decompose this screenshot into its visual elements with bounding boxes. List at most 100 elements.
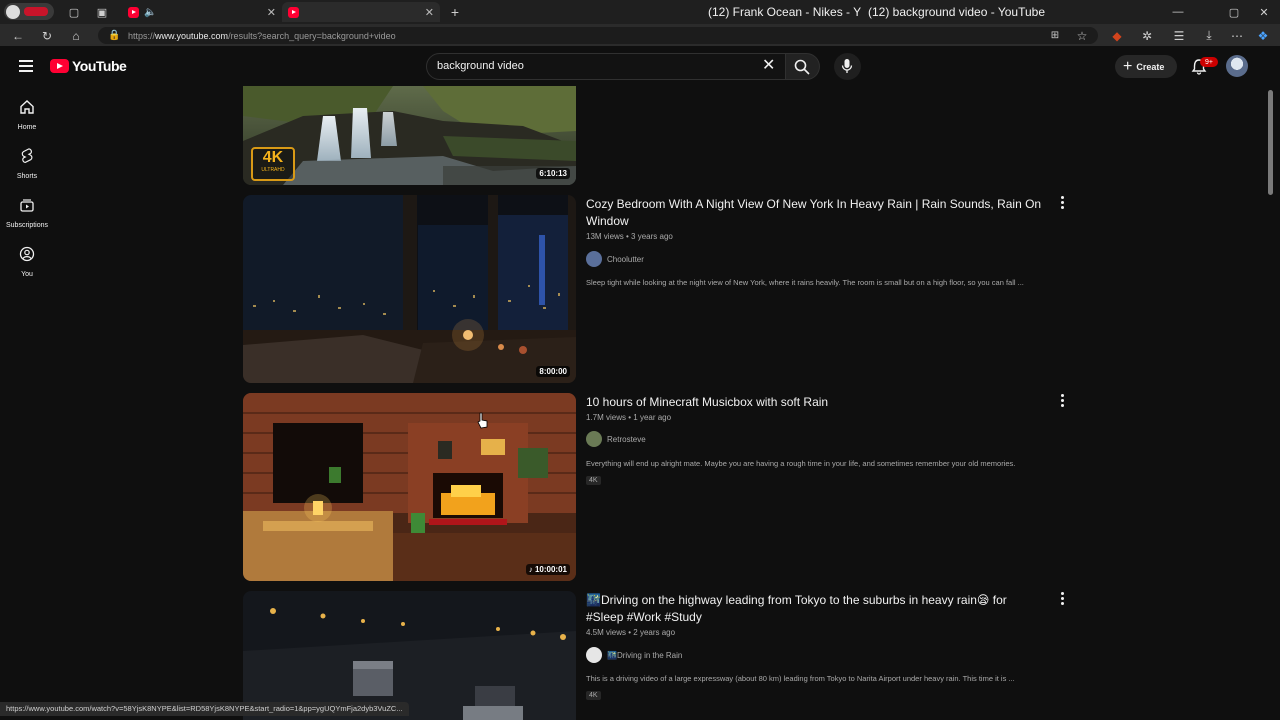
view-count: 13M views — [586, 232, 624, 241]
settings-more-icon[interactable]: ⋯ — [1228, 27, 1246, 44]
tab-close-icon[interactable]: ✕ — [267, 6, 276, 19]
tab-frank-ocean[interactable]: 🔈 (12) Frank Ocean - Nikes - Y ✕ — [122, 2, 861, 22]
guide-label: You — [21, 271, 33, 278]
maximize-icon[interactable]: ▢ — [1226, 4, 1242, 20]
video-metadata: 1.7M views • 1 year ago — [586, 413, 671, 422]
copilot-icon[interactable]: ❖ — [1254, 27, 1272, 44]
4k-badge: 4K — [586, 691, 601, 700]
account-avatar[interactable] — [1226, 55, 1248, 77]
upload-age: 2 years ago — [633, 628, 676, 637]
video-thumbnail-tokyo-drive[interactable] — [243, 591, 576, 720]
extensions-icon[interactable]: ✲ — [1138, 27, 1156, 44]
guide-item-shorts[interactable]: Shorts — [0, 148, 54, 180]
video-duration: 8:00:00 — [536, 366, 570, 377]
video-metadata: 4.5M views • 2 years ago — [586, 628, 675, 637]
url-scheme: https:// — [128, 30, 156, 41]
guide-item-home[interactable]: Home — [0, 99, 54, 131]
tokyo-drive-thumbnail-image — [243, 591, 576, 720]
youtube-play-icon — [50, 59, 69, 73]
speaker-icon[interactable]: 🔈 — [144, 7, 156, 18]
youtube-favicon-icon — [128, 6, 139, 18]
video-thumbnail-waterfall[interactable]: 4K ULTRAHD 6:10:13 — [243, 86, 576, 185]
address-bar[interactable]: 🔒 https://www.youtube.com/results?search… — [98, 27, 1098, 44]
minecraft-thumbnail-image — [243, 393, 576, 581]
app-available-icon[interactable]: ⊞ — [1046, 27, 1064, 44]
video-title[interactable]: 10 hours of Minecraft Musicbox with soft… — [586, 394, 1046, 411]
4k-badge: 4K — [586, 476, 601, 485]
favorite-star-icon[interactable]: ☆ — [1073, 27, 1091, 44]
view-count: 1.7M views — [586, 413, 627, 422]
channel-link[interactable]: 🌃Driving in the Rain — [586, 647, 682, 663]
video-metadata: 13M views • 3 years ago — [586, 232, 673, 241]
url-domain: www.youtube.com — [155, 30, 229, 41]
hand-cursor-icon — [477, 412, 488, 429]
status-bar-url: https://www.youtube.com/watch?v=58YjsK8N… — [0, 702, 409, 716]
tab-title: (12) background video - YouTube — [868, 4, 1046, 19]
ultrahd-logo-text: ULTRAHD — [261, 167, 285, 173]
url-path: /results?search_query=background+video — [228, 30, 396, 41]
search-icon — [794, 59, 810, 75]
profile-label-chip — [24, 7, 48, 16]
video-title[interactable]: Cozy Bedroom With A Night View Of New Yo… — [586, 196, 1046, 230]
channel-link[interactable]: Choolutter — [586, 251, 644, 267]
workspaces-icon[interactable]: ▢ — [66, 4, 82, 20]
shorts-icon — [21, 148, 33, 163]
guide-label: Subscriptions — [5, 222, 49, 229]
create-button[interactable]: + Create — [1115, 55, 1177, 78]
profile-avatar — [6, 4, 20, 19]
video-thumbnail-cozy-bedroom[interactable]: 8:00:00 — [243, 195, 576, 383]
extension-icon[interactable]: ◆ — [1108, 27, 1126, 44]
youtube-logo[interactable]: YouTube — [50, 58, 127, 74]
video-description: This is a driving video of a large expre… — [586, 674, 1015, 683]
guide-label: Shorts — [16, 173, 38, 180]
cozy-bedroom-thumbnail-image — [243, 195, 576, 383]
video-title[interactable]: 🌃Driving on the highway leading from Tok… — [586, 592, 1046, 626]
tab-close-icon[interactable]: ✕ — [425, 6, 434, 19]
search-box[interactable] — [426, 53, 786, 80]
more-actions-icon[interactable] — [1058, 592, 1066, 606]
meta-separator: • — [623, 232, 632, 241]
video-duration: 6:10:13 — [536, 168, 570, 179]
tab-actions-icon[interactable]: ▣ — [94, 4, 110, 20]
new-tab-button[interactable]: + — [447, 4, 463, 20]
subscriptions-icon — [20, 199, 34, 212]
video-description: Sleep tight while looking at the night v… — [586, 278, 1024, 287]
more-actions-icon[interactable] — [1058, 394, 1066, 408]
home-icon — [20, 100, 34, 114]
voice-search-button[interactable] — [834, 53, 861, 80]
search-button[interactable] — [786, 53, 820, 80]
browser-profile-button[interactable] — [4, 3, 54, 20]
channel-link[interactable]: Retrosteve — [586, 431, 646, 447]
more-actions-icon[interactable] — [1058, 196, 1066, 210]
notifications-badge: 9+ — [1200, 57, 1218, 67]
video-duration: 10:00:01 — [534, 565, 567, 574]
guide-item-you[interactable]: You — [0, 246, 54, 278]
logo-wordmark: YouTube — [72, 58, 127, 74]
4k-ultrahd-logo: 4K ULTRAHD — [251, 147, 295, 181]
minimize-icon[interactable]: — — [1170, 4, 1186, 20]
channel-name: Retrosteve — [607, 434, 646, 444]
page-scrollbar-thumb[interactable] — [1268, 90, 1273, 195]
downloads-icon[interactable]: ⤓ — [1200, 27, 1218, 44]
clear-search-icon[interactable]: ✕ — [762, 58, 775, 74]
4k-logo-text: 4K — [262, 149, 284, 166]
channel-name: Choolutter — [607, 254, 644, 264]
reload-icon[interactable]: ↻ — [38, 27, 56, 44]
favorites-icon[interactable]: ☰ — [1170, 27, 1188, 44]
microphone-icon — [841, 59, 853, 73]
upload-age: 1 year ago — [633, 413, 672, 422]
video-duration-badge: ♪ 10:00:01 — [525, 564, 570, 575]
tab-background-video[interactable]: (12) background video - YouTube ✕ — [282, 2, 1045, 22]
channel-name: 🌃Driving in the Rain — [607, 650, 683, 660]
search-input[interactable] — [435, 59, 759, 73]
video-description: Everything will end up alright mate. May… — [586, 459, 1016, 468]
home-browser-icon[interactable]: ⌂ — [67, 27, 85, 44]
channel-avatar — [586, 431, 602, 447]
close-window-icon[interactable]: ✕ — [1256, 4, 1272, 20]
channel-avatar — [586, 251, 602, 267]
video-thumbnail-minecraft[interactable]: ♪ 10:00:01 — [243, 393, 576, 581]
guide-item-subscriptions[interactable]: Subscriptions — [0, 197, 54, 229]
youtube-favicon-icon — [288, 6, 299, 18]
menu-icon[interactable] — [19, 60, 33, 72]
back-icon[interactable]: ← — [9, 27, 27, 44]
